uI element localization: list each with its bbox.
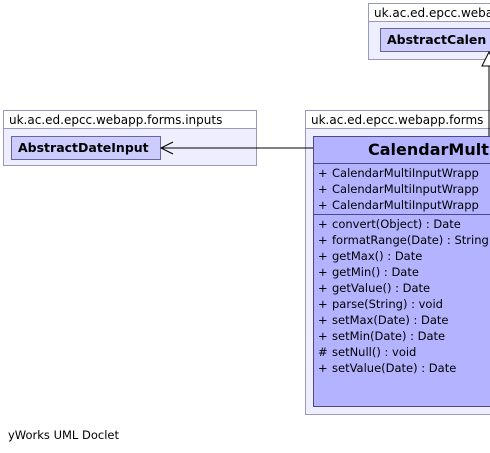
package-label: uk.ac.ed.epcc.webapp.forms xyxy=(306,111,490,129)
method-item: + parse(String) : void xyxy=(318,297,443,311)
package-label: uk.ac.ed.epcc.webapp. xyxy=(369,4,490,22)
methods-section: + convert(Object) : Date + formatRange(Dat… xyxy=(314,215,490,377)
constructor-item: + CalendarMultiInputWrapp xyxy=(318,182,479,196)
class-calendar-multi-input-wrapper[interactable]: CalendarMultiI + CalendarMultiInputWrapp … xyxy=(313,136,490,407)
method-item: + getMax() : Date xyxy=(318,249,423,263)
package-top-right: uk.ac.ed.epcc.webapp. AbstractCalen xyxy=(368,3,490,60)
package-inputs: uk.ac.ed.epcc.webapp.forms.inputs Abstra… xyxy=(3,110,257,166)
method-item: + setMin(Date) : Date xyxy=(318,329,446,343)
method-item: + getValue() : Date xyxy=(318,281,431,295)
footer-credit: yWorks UML Doclet xyxy=(8,428,119,442)
method-item: + setMax(Date) : Date xyxy=(318,313,449,327)
constructor-item: + CalendarMultiInputWrapp xyxy=(318,198,479,212)
method-item: + setValue(Date) : Date xyxy=(318,361,457,375)
class-title: CalendarMultiI xyxy=(314,137,490,164)
package-label: uk.ac.ed.epcc.webapp.forms.inputs xyxy=(4,111,256,129)
class-abstract-calendar[interactable]: AbstractCalen xyxy=(380,28,490,52)
constructor-item: + CalendarMultiInputWrapp xyxy=(318,166,479,180)
method-item: + formatRange(Date) : String xyxy=(318,233,489,247)
class-abstract-date-input[interactable]: AbstractDateInput xyxy=(11,136,161,160)
method-item: + getMin() : Date xyxy=(318,265,419,279)
constructors-section: + CalendarMultiInputWrapp + CalendarMultiI… xyxy=(314,164,490,215)
method-item: # setNull() : void xyxy=(318,345,417,359)
method-item: + convert(Object) : Date xyxy=(318,217,461,231)
